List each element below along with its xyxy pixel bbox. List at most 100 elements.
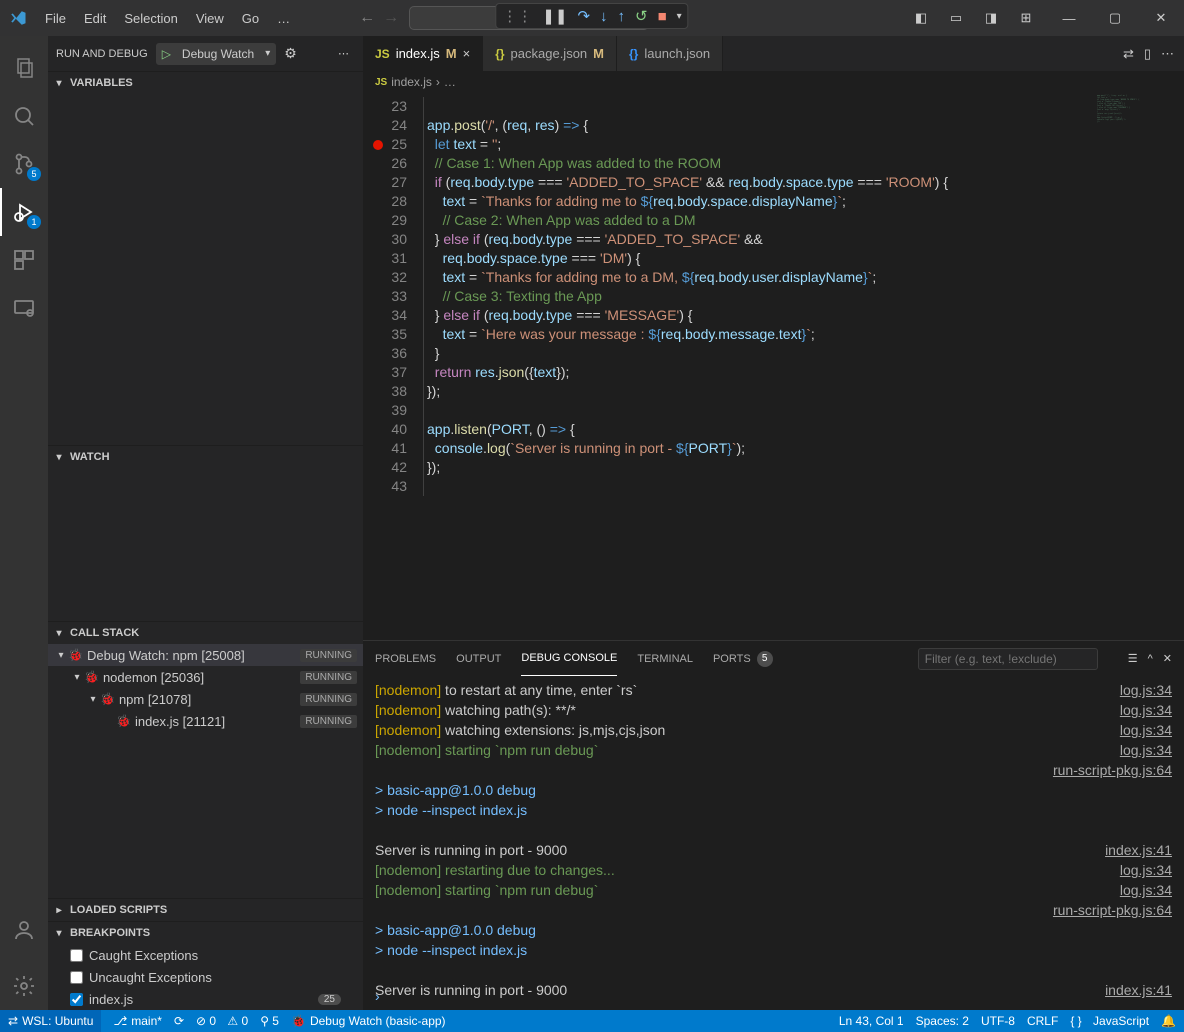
source-link[interactable]: index.js:41 [1105,980,1172,1000]
section-breakpoints[interactable]: ▾BREAKPOINTS [48,922,363,944]
minimap[interactable]: app.post('/', (req, res) => { let text =… [1094,93,1184,640]
activity-extensions[interactable] [0,236,48,284]
callstack-item[interactable]: ▾🐞Debug Watch: npm [25008]RUNNING [48,644,363,666]
activity-explorer[interactable] [0,44,48,92]
breakpoint-icon[interactable] [373,140,383,150]
maximize-icon[interactable]: ▢ [1092,0,1138,36]
status-lang[interactable]: { } JavaScript [1070,1014,1149,1028]
debug-step-out-icon[interactable]: ↑ [618,8,626,25]
nav-back-icon[interactable]: ← [359,9,375,27]
bp-caught[interactable]: Caught Exceptions [48,944,363,966]
panel-tab-terminal[interactable]: TERMINAL [637,641,693,676]
panel-tab-debug-console[interactable]: DEBUG CONSOLE [521,641,617,676]
gear-icon[interactable]: ⚙ [284,45,297,62]
status-spaces[interactable]: Spaces: 2 [916,1014,969,1028]
toggle-panel-right-icon[interactable]: ◨ [975,5,1007,31]
section-watch[interactable]: ▾WATCH [48,446,363,468]
toggle-panel-left-icon[interactable]: ◧ [905,5,937,31]
bp-file[interactable]: index.js25 [48,988,363,1010]
debug-pause-icon[interactable]: ❚❚ [542,7,567,25]
tab-launchjson[interactable]: {}launch.json [617,36,723,71]
chevron-down-icon[interactable]: ▾ [677,11,682,22]
menu-go[interactable]: Go [233,0,268,36]
debug-restart-icon[interactable]: ↺ [635,7,648,25]
status-notifications[interactable]: 🔔 [1161,1014,1176,1028]
close-panel-icon[interactable]: ✕ [1163,652,1172,665]
status-debug[interactable]: 🐞Debug Watch (basic-app) [291,1014,446,1028]
tree-view-icon[interactable]: ☰ [1128,652,1138,665]
activity-settings[interactable] [0,962,48,1010]
status-eol[interactable]: CRLF [1027,1014,1058,1028]
debug-console[interactable]: [nodemon] to restart at any time, enter … [363,676,1184,1010]
status-sync[interactable]: ⟳ [174,1014,184,1028]
start-debug-icon[interactable]: ▷ [157,47,176,61]
debug-step-over-icon[interactable]: ↷ [577,7,590,25]
source-link[interactable]: log.js:34 [1120,680,1172,700]
line-gutter[interactable]: 2324252627282930313233343536373839404142… [363,93,423,640]
activity-account[interactable] [0,906,48,954]
breadcrumb-file[interactable]: index.js [391,75,432,89]
callstack-item[interactable]: ▾🐞nodemon [25036]RUNNING [48,666,363,688]
activity-scm[interactable]: 5 [0,140,48,188]
bp-file-checkbox[interactable] [70,993,83,1006]
status-encoding[interactable]: UTF-8 [981,1014,1015,1028]
bp-uncaught-checkbox[interactable] [70,971,83,984]
menu-view[interactable]: View [187,0,233,36]
close-tab-icon[interactable]: × [463,46,471,61]
tab-packagejson[interactable]: {}package.jsonM [483,36,617,71]
console-prompt-icon[interactable]: › [375,986,380,1006]
panel-tab-output[interactable]: OUTPUT [456,641,501,676]
editor[interactable]: 2324252627282930313233343536373839404142… [363,93,1184,640]
nav-forward-icon[interactable]: → [383,9,399,27]
minimize-icon[interactable]: — [1046,0,1092,36]
more-icon[interactable]: ⋯ [1161,46,1174,62]
chevron-down-icon[interactable]: ▾ [260,48,275,59]
split-icon[interactable]: ▯ [1144,46,1151,62]
compare-icon[interactable]: ⇄ [1123,46,1134,62]
section-variables[interactable]: ▾VARIABLES [48,72,363,94]
bp-caught-checkbox[interactable] [70,949,83,962]
status-remote[interactable]: ⇄WSL: Ubuntu [0,1010,101,1032]
debug-toolbar[interactable]: ⋮⋮ ❚❚ ↷ ↓ ↑ ↺ ■ ▾ [495,3,688,29]
maximize-panel-icon[interactable]: ^ [1148,653,1153,665]
menu-more[interactable]: … [268,0,299,36]
activity-debug[interactable]: 1 [0,188,48,236]
breadcrumb-more[interactable]: … [444,75,456,89]
source-link[interactable]: log.js:34 [1120,880,1172,900]
bp-uncaught[interactable]: Uncaught Exceptions [48,966,363,988]
breadcrumb[interactable]: JS index.js › … [363,71,1184,93]
panel-tab-ports[interactable]: PORTS5 [713,641,773,676]
source-link[interactable]: log.js:34 [1120,740,1172,760]
menu-file[interactable]: File [36,0,75,36]
section-callstack[interactable]: ▾CALL STACK [48,622,363,644]
launch-config-selector[interactable]: ▷ Debug Watch ▾ [156,43,277,65]
status-position[interactable]: Ln 43, Col 1 [839,1014,904,1028]
close-icon[interactable]: ✕ [1138,0,1184,36]
menu-selection[interactable]: Selection [115,0,186,36]
more-icon[interactable]: ⋯ [332,47,355,60]
status-ports[interactable]: ⚲ 5 [260,1014,279,1028]
callstack-item[interactable]: 🐞index.js [21121]RUNNING [48,710,363,732]
debug-step-into-icon[interactable]: ↓ [600,8,608,25]
tab-indexjs[interactable]: JSindex.jsM× [363,36,483,71]
toggle-panel-bottom-icon[interactable]: ▭ [940,5,972,31]
source-link[interactable]: log.js:34 [1120,860,1172,880]
code-area[interactable]: app.post('/', (req, res) => { let text =… [423,93,1184,640]
menu-edit[interactable]: Edit [75,0,115,36]
drag-handle-icon[interactable]: ⋮⋮ [502,7,532,25]
source-link[interactable]: run-script-pkg.js:64 [1053,900,1172,920]
customize-layout-icon[interactable]: ⊞ [1010,5,1042,31]
console-filter-input[interactable] [918,648,1098,670]
activity-search[interactable] [0,92,48,140]
section-loaded-scripts[interactable]: ▸LOADED SCRIPTS [48,899,363,921]
source-link[interactable]: run-script-pkg.js:64 [1053,760,1172,780]
callstack-item[interactable]: ▾🐞npm [21078]RUNNING [48,688,363,710]
activity-remote[interactable] [0,284,48,332]
source-link[interactable]: log.js:34 [1120,720,1172,740]
debug-stop-icon[interactable]: ■ [658,8,667,25]
panel-tab-problems[interactable]: PROBLEMS [375,641,436,676]
status-problems[interactable]: ⊘ 0 ⚠ 0 [196,1014,248,1028]
source-link[interactable]: log.js:34 [1120,700,1172,720]
status-branch[interactable]: ⎇main* [113,1014,162,1028]
source-link[interactable]: index.js:41 [1105,840,1172,860]
